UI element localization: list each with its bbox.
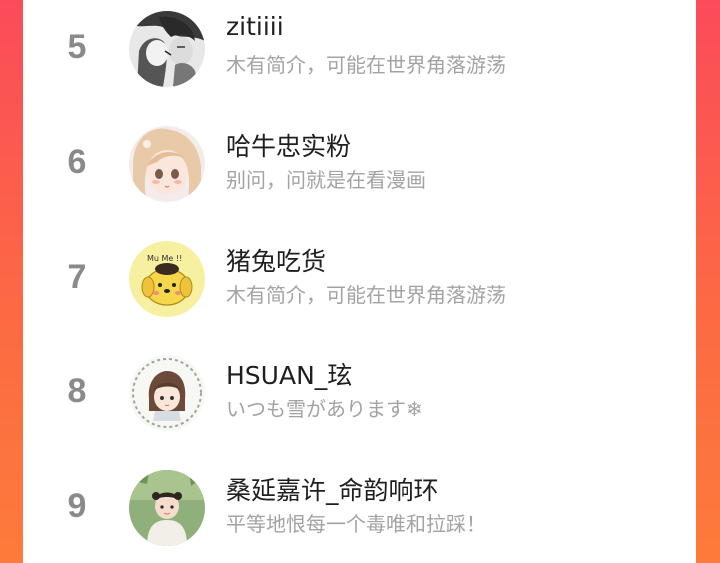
ranking-frame: 5 zitiiii 木有简介，可能在世界角落游荡 6 哈牛忠实粉 别问，问就是在…: [0, 0, 720, 563]
user-bio: 木有简介，可能在世界角落游荡: [226, 283, 506, 307]
rank-number: 9: [67, 487, 87, 525]
rank-number: 6: [67, 143, 87, 181]
ranking-row[interactable]: 7 Mu Me !! 猪兔吃货 木有简介，可能在世界角落游荡: [23, 232, 696, 332]
anime-girl-avatar[interactable]: [129, 126, 205, 202]
child-photo-avatar[interactable]: [129, 470, 205, 546]
rank-number: 7: [67, 258, 87, 296]
user-bio: 木有简介，可能在世界角落游荡: [226, 53, 506, 77]
rank-number: 8: [67, 372, 87, 410]
rank-number: 5: [67, 28, 87, 66]
user-bio: いつも雪があります❄: [226, 397, 423, 421]
user-name[interactable]: 哈牛忠实粉: [226, 127, 351, 163]
ranking-row[interactable]: 9 桑延嘉许_命韵响环 平等地恨每一个毒唯和拉踩！: [23, 461, 696, 561]
ranking-row[interactable]: 5 zitiiii 木有简介，可能在世界角落游荡: [23, 2, 696, 102]
ranking-row[interactable]: 8 HSUAN_玹 いつも雪があります❄: [23, 346, 696, 446]
chibi-girl-avatar[interactable]: [129, 355, 205, 431]
manga-couple-avatar[interactable]: [129, 11, 205, 87]
svg-text:Mu Me !!: Mu Me !!: [147, 254, 182, 263]
user-name[interactable]: zitiiii: [226, 12, 284, 41]
user-name[interactable]: 桑延嘉许_命韵响环: [226, 471, 439, 507]
yellow-dog-avatar[interactable]: Mu Me !!: [129, 241, 205, 317]
user-bio: 别问，问就是在看漫画: [226, 168, 426, 192]
user-name[interactable]: HSUAN_玹: [226, 356, 352, 392]
ranking-list: 5 zitiiii 木有简介，可能在世界角落游荡 6 哈牛忠实粉 别问，问就是在…: [23, 0, 696, 563]
user-bio: 平等地恨每一个毒唯和拉踩！: [226, 512, 486, 536]
user-name[interactable]: 猪兔吃货: [226, 242, 326, 278]
ranking-row[interactable]: 6 哈牛忠实粉 别问，问就是在看漫画: [23, 117, 696, 217]
